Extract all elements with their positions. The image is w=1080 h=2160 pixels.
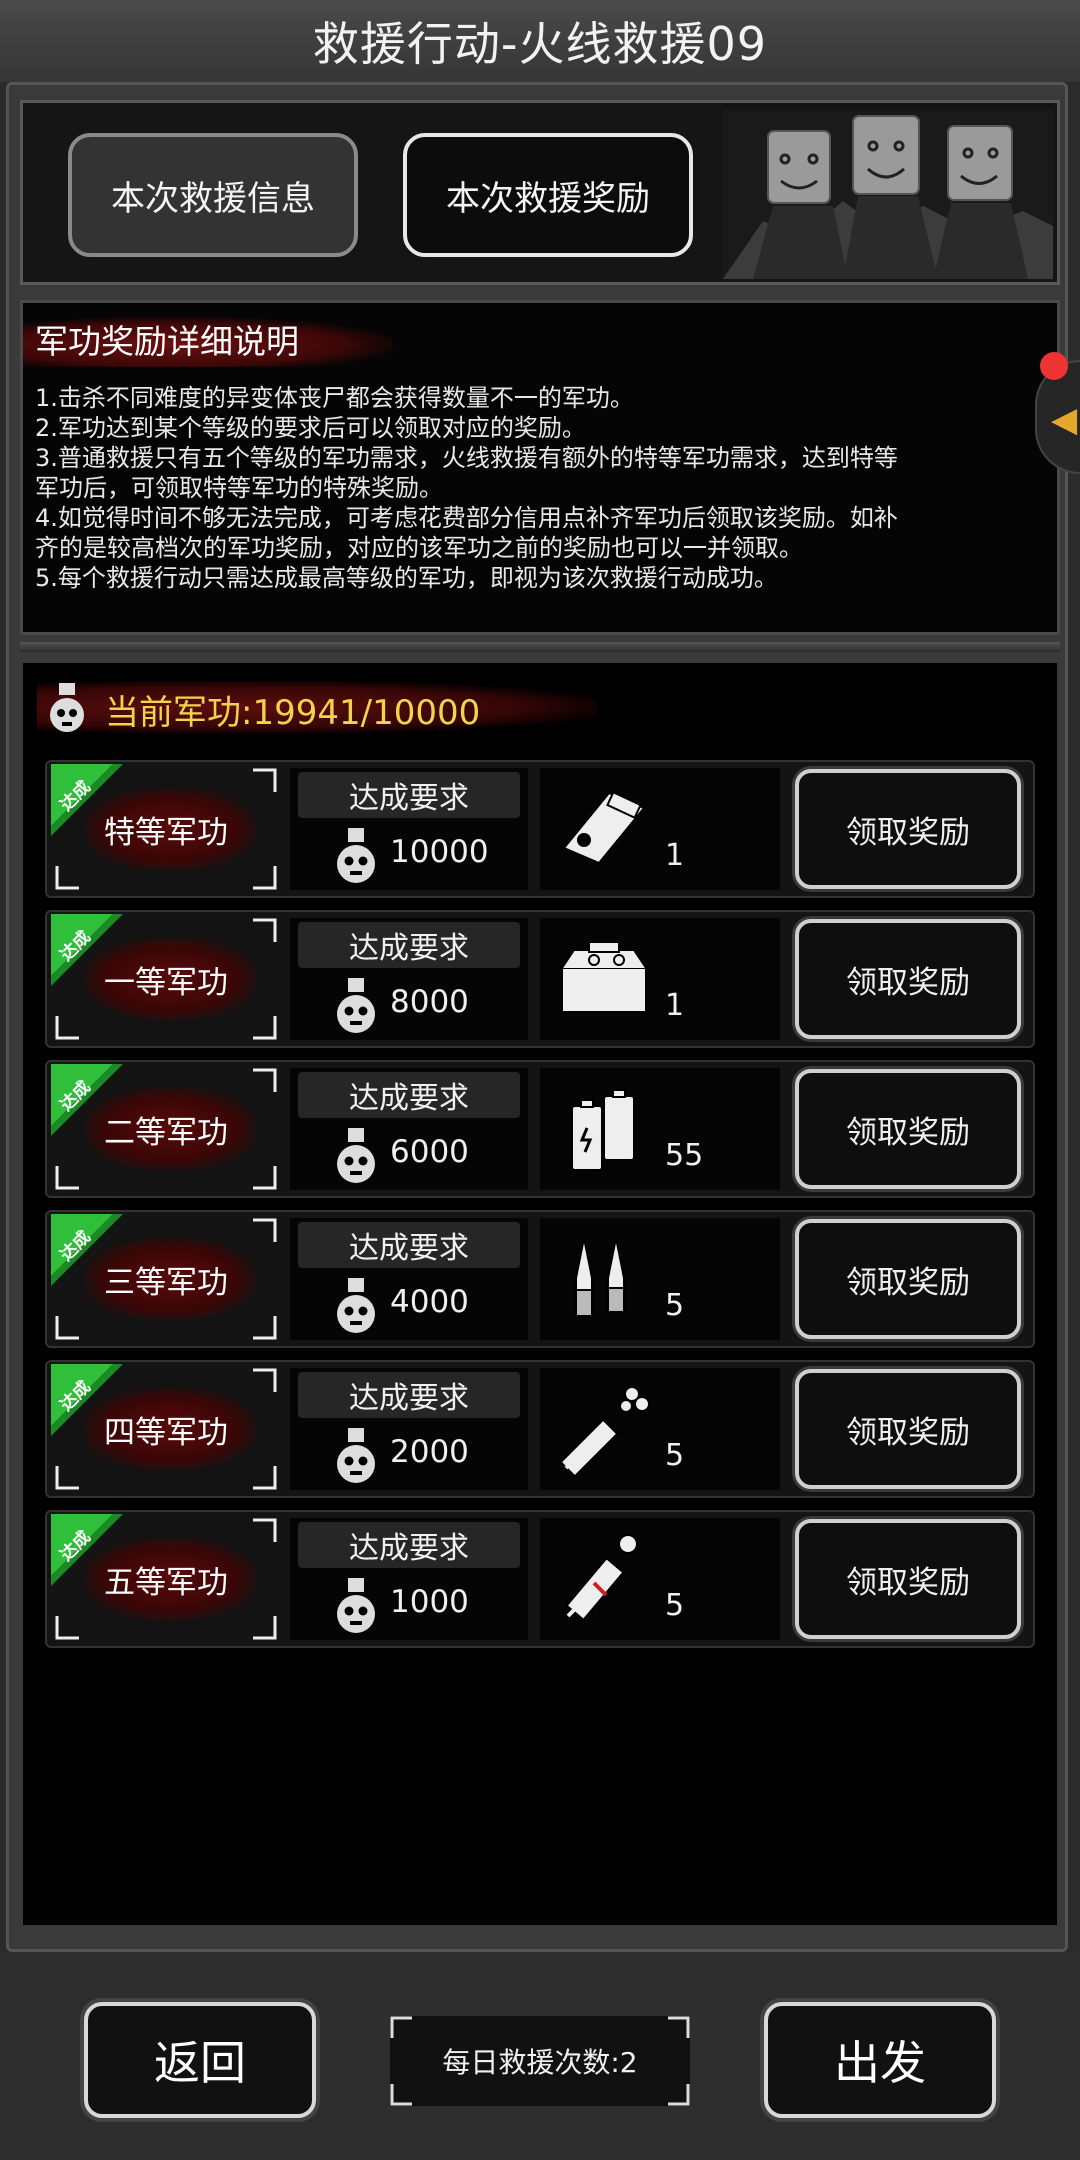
page-title: 救援行动-火线救援09 (0, 0, 1080, 82)
claim-reward-button[interactable]: 领取奖励 (795, 1219, 1021, 1339)
claim-reward-button[interactable]: 领取奖励 (795, 1369, 1021, 1489)
requirement-value: 6000 (390, 1134, 469, 1170)
skull-medal-icon (337, 1428, 375, 1483)
requirement-label: 达成要求 (298, 1522, 520, 1568)
skull-medal-icon (337, 978, 375, 1033)
rank-name: 三等军功 (104, 1264, 228, 1301)
requirement-value: 4000 (390, 1284, 469, 1320)
rank-box: 达成 三等军功 (51, 1214, 277, 1340)
explain-line: 5.每个救援行动只需达成最高等级的军功，即视为该次救援行动成功。 (35, 564, 778, 592)
requirement-box: 达成要求 6000 (290, 1068, 528, 1190)
skull-medal-icon (337, 828, 375, 883)
rank-box: 达成 特等军功 (51, 764, 277, 890)
injector-icon (565, 1534, 638, 1622)
rank-name: 特等军功 (104, 814, 228, 851)
requirement-label: 达成要求 (298, 1222, 520, 1268)
rank-box: 达成 一等军功 (51, 914, 277, 1040)
requirement-label: 达成要求 (298, 1072, 520, 1118)
requirement-value: 10000 (390, 834, 489, 870)
rank-name: 二等军功 (104, 1114, 228, 1151)
reward-item-count: 5 (665, 1288, 685, 1323)
reward-row: 达成 四等军功 达成要求 2000 5 领取奖励 (45, 1360, 1035, 1498)
reward-row: 达成 一等军功 达成要求 8000 1 领取奖励 (45, 910, 1035, 1048)
claim-reward-button[interactable]: 领取奖励 (795, 1069, 1021, 1189)
explain-title: 军功奖励详细说明 (35, 322, 299, 361)
reward-item-box[interactable]: 1 (540, 768, 780, 890)
claim-reward-button[interactable]: 领取奖励 (795, 769, 1021, 889)
rank-name: 五等军功 (104, 1564, 228, 1601)
back-button[interactable]: 返回 (84, 2002, 316, 2118)
explain-line: 1.击杀不同难度的异变体丧尸都会获得数量不一的军功。 (35, 384, 634, 412)
explain-line: 3.普通救援只有五个等级的军功需求，火线救援有额外的特等军功需求，达到特等 (35, 444, 898, 472)
explain-line: 2.军功达到某个等级的要求后可以领取对应的奖励。 (35, 414, 586, 442)
requirement-box: 达成要求 1000 (290, 1518, 528, 1640)
reward-row: 达成 二等军功 达成要求 6000 55 领取奖励 (45, 1060, 1035, 1198)
explain-line: 军功后，可领取特等军功的特殊奖励。 (35, 474, 443, 502)
ampoule-icon (575, 1237, 625, 1317)
chevron-left-icon: ◀ (1051, 400, 1078, 440)
claim-reward-button[interactable]: 领取奖励 (795, 1519, 1021, 1639)
current-merit-header: 当前军功:19941/10000 (37, 677, 1047, 737)
rank-box: 达成 二等军功 (51, 1064, 277, 1190)
rank-box: 达成 四等军功 (51, 1364, 277, 1490)
requirement-label: 达成要求 (298, 922, 520, 968)
reward-item-count: 55 (665, 1138, 704, 1173)
requirement-box: 达成要求 10000 (290, 768, 528, 890)
skull-medal-icon (337, 1578, 375, 1633)
reward-item-box[interactable]: 55 (540, 1068, 780, 1190)
current-merit-value: 当前军功:19941/10000 (105, 693, 481, 733)
masked-characters-art (723, 111, 1053, 279)
reward-item-box[interactable]: 1 (540, 918, 780, 1040)
corner-bracket-decoration (390, 2016, 690, 2106)
reward-item-count: 5 (665, 1438, 685, 1473)
reward-row: 达成 三等军功 达成要求 4000 5 领取奖励 (45, 1210, 1035, 1348)
requirement-box: 达成要求 2000 (290, 1368, 528, 1490)
tab-rescue-reward[interactable]: 本次救援奖励 (403, 133, 693, 257)
merit-explain-panel: 军功奖励详细说明 1.击杀不同难度的异变体丧尸都会获得数量不一的军功。 2.军功… (20, 300, 1060, 635)
explain-line: 齐的是较高档次的军功奖励，对应的该军功之前的奖励也可以一并领取。 (35, 534, 803, 562)
rank-name: 四等军功 (104, 1414, 228, 1451)
requirement-value: 1000 (390, 1584, 469, 1620)
rank-name: 一等军功 (104, 964, 228, 1001)
tabs-panel: 本次救援信息 本次救援奖励 (20, 100, 1060, 285)
requirement-label: 达成要求 (298, 1372, 520, 1418)
bullet-clip-icon (562, 790, 646, 865)
syringe-icon (559, 1386, 650, 1478)
explain-text: 1.击杀不同难度的异变体丧尸都会获得数量不一的军功。 2.军功达到某个等级的要求… (35, 383, 1045, 593)
reward-item-box[interactable]: 5 (540, 1518, 780, 1640)
requirement-box: 达成要求 4000 (290, 1218, 528, 1340)
skull-medal-icon (50, 683, 84, 732)
depart-button[interactable]: 出发 (764, 2002, 996, 2118)
requirement-value: 8000 (390, 984, 469, 1020)
battery-icon (571, 1089, 635, 1171)
skull-medal-icon (337, 1128, 375, 1183)
divider (20, 642, 1060, 652)
reward-row: 达成 五等军功 达成要求 1000 5 领取奖励 (45, 1510, 1035, 1648)
rank-box: 达成 五等军功 (51, 1514, 277, 1640)
tab-rescue-info[interactable]: 本次救援信息 (68, 133, 358, 257)
reward-item-count: 1 (665, 838, 685, 873)
requirement-box: 达成要求 8000 (290, 918, 528, 1040)
reward-item-count: 5 (665, 1588, 685, 1623)
reward-item-box[interactable]: 5 (540, 1218, 780, 1340)
reward-row: 达成 特等军功 达成要求 10000 1 领取奖励 (45, 760, 1035, 898)
claim-reward-button[interactable]: 领取奖励 (795, 919, 1021, 1039)
requirement-label: 达成要求 (298, 772, 520, 818)
toolbox-icon (561, 941, 647, 1013)
reward-item-count: 1 (665, 988, 685, 1023)
reward-item-box[interactable]: 5 (540, 1368, 780, 1490)
requirement-value: 2000 (390, 1434, 469, 1470)
explain-line: 4.如觉得时间不够无法完成，可考虑花费部分信用点补齐军功后领取该奖励。如补 (35, 504, 898, 532)
notification-dot (1040, 352, 1068, 380)
skull-medal-icon (337, 1278, 375, 1333)
